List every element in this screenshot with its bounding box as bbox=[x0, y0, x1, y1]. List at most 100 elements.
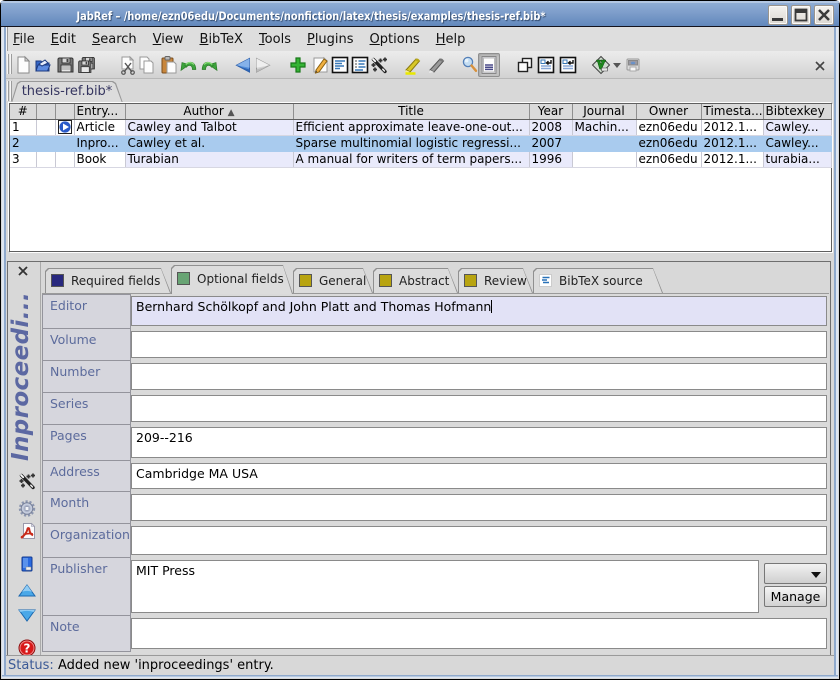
menu-edit[interactable]: Edit bbox=[43, 29, 84, 50]
cell-num[interactable]: 2 bbox=[10, 135, 36, 151]
column-header-journal[interactable]: Journal bbox=[572, 104, 636, 119]
minimize-button[interactable] bbox=[768, 5, 788, 25]
column-header-#[interactable]: # bbox=[10, 104, 36, 119]
cell-year[interactable]: 2007 bbox=[529, 135, 572, 151]
copy-bibtex-key-button[interactable] bbox=[514, 53, 536, 77]
unmark-entries-button[interactable] bbox=[426, 53, 448, 77]
column-header-icon2[interactable] bbox=[55, 104, 74, 119]
undo-button[interactable] bbox=[178, 53, 200, 77]
field-input-organization[interactable] bbox=[131, 526, 827, 555]
field-input-number[interactable] bbox=[131, 363, 827, 390]
field-input-publisher[interactable]: MIT Press bbox=[131, 560, 759, 613]
copy-button[interactable] bbox=[136, 53, 158, 77]
column-header-timesta[interactable]: Timesta... bbox=[701, 104, 763, 119]
column-header-year[interactable]: Year bbox=[529, 104, 572, 119]
editor-tab-abstract[interactable]: Abstract bbox=[373, 268, 458, 293]
mark-entries-button[interactable] bbox=[402, 53, 424, 77]
cell-entrytype[interactable]: Inpro... bbox=[74, 135, 125, 151]
open-database-button[interactable] bbox=[32, 53, 54, 77]
menu-file[interactable]: File bbox=[5, 29, 43, 50]
new-entry-button[interactable] bbox=[287, 53, 309, 77]
cell-file-icon[interactable] bbox=[55, 135, 74, 151]
cell-owner[interactable]: ezn06edu bbox=[636, 135, 701, 151]
cell-num[interactable]: 3 bbox=[10, 151, 36, 167]
cell-journal[interactable] bbox=[572, 151, 636, 167]
toggle-preview-button[interactable] bbox=[478, 53, 500, 77]
column-header-entry[interactable]: Entry... bbox=[74, 104, 125, 119]
cell-author[interactable]: Cawley et al. bbox=[125, 135, 293, 151]
editor-tab-general[interactable]: General bbox=[293, 268, 373, 293]
cell-title[interactable]: A manual for writers of term papers... bbox=[293, 151, 529, 167]
cell-bibtexkey[interactable]: Cawley... bbox=[763, 135, 831, 151]
write-pdf-icon[interactable] bbox=[17, 521, 37, 541]
editor-tab-optional-fields[interactable]: Optional fields bbox=[171, 265, 293, 294]
toolbar-grip[interactable] bbox=[6, 54, 13, 74]
column-header-author[interactable]: Author ▲ bbox=[125, 104, 293, 119]
generate-key-wand-icon[interactable] bbox=[17, 471, 37, 491]
menu-search[interactable]: Search bbox=[84, 29, 145, 50]
cell-owner[interactable]: ezn06edu bbox=[636, 151, 701, 167]
cell-journal[interactable]: Machin... bbox=[572, 119, 636, 135]
entry-table[interactable]: # Entry...Author ▲TitleYearJournalOwnerTi… bbox=[9, 103, 832, 252]
cell-bibtexkey[interactable]: Cawley... bbox=[763, 119, 831, 135]
menu-options[interactable]: Options bbox=[362, 29, 428, 50]
table-row[interactable]: 1 ArticleCawley and TalbotEfficient appro… bbox=[10, 119, 831, 135]
publisher-journal-combo[interactable] bbox=[764, 563, 827, 584]
menu-help[interactable]: Help bbox=[428, 29, 474, 50]
cell-marked[interactable] bbox=[36, 119, 55, 135]
titlebar[interactable]: JabRef – /home/ezn06edu/Documents/nonfic… bbox=[1, 1, 839, 27]
field-input-editor[interactable]: Bernhard Schölkopf and John Platt and Th… bbox=[131, 296, 827, 326]
field-input-volume[interactable] bbox=[131, 331, 827, 358]
column-header-title[interactable]: Title bbox=[293, 104, 529, 119]
field-input-month[interactable] bbox=[131, 494, 827, 521]
menu-tools[interactable]: Tools bbox=[251, 29, 299, 50]
redo-button[interactable] bbox=[198, 53, 220, 77]
column-header-icon1[interactable] bbox=[36, 104, 55, 119]
menu-bibtex[interactable]: BibTeX bbox=[192, 29, 251, 50]
editor-tab-bibtex-source[interactable]: BibTeX source bbox=[533, 268, 663, 293]
cell-year[interactable]: 2008 bbox=[529, 119, 572, 135]
push-to-vim-button[interactable] bbox=[590, 53, 612, 77]
menu-view[interactable]: View bbox=[145, 29, 192, 50]
cell-owner[interactable]: ezn06edu bbox=[636, 119, 701, 135]
next-entry-down-icon[interactable] bbox=[17, 605, 37, 625]
autoset-gear-icon[interactable] bbox=[17, 498, 37, 518]
open-book-icon[interactable] bbox=[17, 554, 37, 574]
edit-entry-button[interactable] bbox=[309, 53, 331, 77]
cell-journal[interactable] bbox=[572, 135, 636, 151]
open-file-button[interactable] bbox=[622, 53, 644, 77]
field-input-note[interactable] bbox=[131, 618, 827, 649]
prev-entry-up-icon[interactable] bbox=[17, 581, 37, 601]
cell-entrytype[interactable]: Article bbox=[74, 119, 125, 135]
cell-file-icon[interactable] bbox=[55, 119, 74, 135]
manage-button[interactable]: Manage bbox=[764, 586, 827, 607]
field-input-address[interactable]: Cambridge MA USA bbox=[131, 463, 827, 489]
table-row[interactable]: 3 BookTurabianA manual for writers of ter… bbox=[10, 151, 831, 167]
cell-entrytype[interactable]: Book bbox=[74, 151, 125, 167]
url-link-icon[interactable] bbox=[58, 120, 72, 134]
cell-author[interactable]: Turabian bbox=[125, 151, 293, 167]
toolbar-close-icon[interactable] bbox=[813, 59, 827, 73]
database-tab[interactable]: thesis-ref.bib* bbox=[11, 81, 123, 103]
new-entry-from-plain-text-button[interactable] bbox=[368, 53, 390, 77]
column-header-owner[interactable]: Owner bbox=[636, 104, 701, 119]
push-dropdown-icon[interactable] bbox=[613, 63, 621, 68]
back-button[interactable] bbox=[232, 53, 254, 77]
save-database-button[interactable] bbox=[55, 53, 77, 77]
cell-title[interactable]: Efficient approximate leave-one-out... bbox=[293, 119, 529, 135]
close-button[interactable] bbox=[814, 5, 834, 25]
cell-timestamp[interactable]: 2012.1... bbox=[701, 135, 763, 151]
forward-button[interactable] bbox=[252, 53, 274, 77]
push-to-application-2-button[interactable] bbox=[557, 53, 579, 77]
cell-timestamp[interactable]: 2012.1... bbox=[701, 119, 763, 135]
field-input-pages[interactable]: 209--216 bbox=[131, 427, 827, 458]
field-input-series[interactable] bbox=[131, 395, 827, 422]
cell-author[interactable]: Cawley and Talbot bbox=[125, 119, 293, 135]
cell-num[interactable]: 1 bbox=[10, 119, 36, 135]
column-header-bibtexkey[interactable]: Bibtexkey bbox=[763, 104, 831, 119]
table-row[interactable]: 2Inpro...Cawley et al.Sparse multinomial… bbox=[10, 135, 831, 151]
edit-preamble-button[interactable] bbox=[329, 53, 351, 77]
editor-tab-review[interactable]: Review bbox=[458, 268, 533, 293]
cell-file-icon[interactable] bbox=[55, 151, 74, 167]
push-to-application-1-button[interactable] bbox=[535, 53, 557, 77]
